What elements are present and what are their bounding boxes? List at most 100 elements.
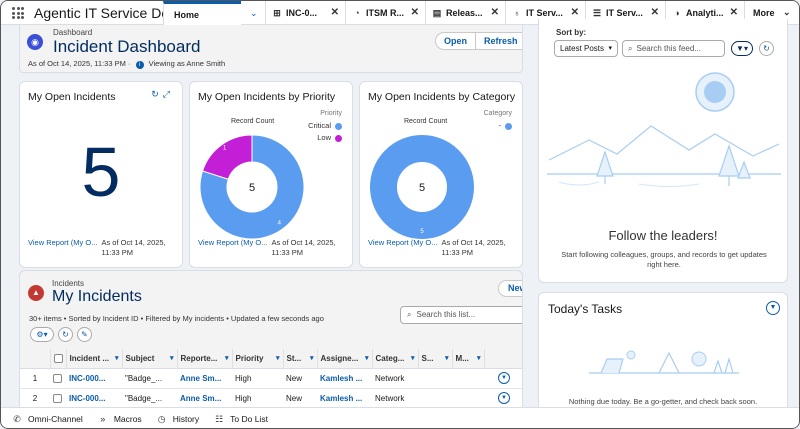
refresh-icon[interactable]: ↻ <box>151 89 163 99</box>
column-header[interactable]: M... ▾ <box>452 349 485 369</box>
reporter-link[interactable]: Anne Sm... <box>180 374 221 383</box>
column-header[interactable]: Subject ▾ <box>122 349 178 369</box>
row-actions[interactable]: ▼ <box>484 388 522 409</box>
empty-cell <box>452 388 484 409</box>
info-icon[interactable]: i <box>135 61 144 69</box>
incident-id-cell[interactable]: INC-000... <box>66 368 122 389</box>
reporter-link[interactable]: Anne Sm... <box>180 394 221 403</box>
checkbox[interactable] <box>53 393 62 403</box>
incident-id-cell[interactable]: INC-000... <box>66 388 122 409</box>
chevron-down-icon[interactable]: ▾ <box>115 354 119 362</box>
chevron-down-icon[interactable]: ▾ <box>477 354 481 362</box>
assignee-link[interactable]: Kamlesh ... <box>320 374 362 383</box>
row-select[interactable] <box>50 368 66 389</box>
sort-by-select[interactable]: Latest Posts ▾ <box>554 40 618 57</box>
column-header[interactable]: Categ... ▾ <box>372 349 419 369</box>
incident-link[interactable]: INC-000... <box>69 374 105 383</box>
edit-pencil-icon[interactable]: ✎ <box>77 327 92 342</box>
table-row[interactable]: 2 INC-000... "Badge_... Anne Sm... High … <box>20 388 522 409</box>
chevron-down-icon[interactable]: ▾ <box>225 354 229 362</box>
tab-label: ITSM R... <box>366 8 404 18</box>
column-label: M... <box>455 353 469 363</box>
column-label: Reporte... <box>180 353 218 363</box>
chevron-down-icon[interactable]: ▾ <box>310 354 314 362</box>
utility-omni-channel[interactable]: ✆ Omni-Channel <box>11 414 83 425</box>
home-chevron-down-icon[interactable]: ⌄ <box>250 8 258 19</box>
tab-release[interactable]: ▤ Releas... ✕ <box>425 1 505 25</box>
row-action-chevron-icon[interactable]: ▼ <box>498 392 510 404</box>
chevron-down-icon[interactable]: ▾ <box>445 354 449 362</box>
incident-link[interactable]: INC-000... <box>69 394 105 403</box>
todo-icon: ☷ <box>215 413 224 424</box>
sort-by-label: Sort by: <box>556 28 587 37</box>
utility-label: Omni-Channel <box>28 414 83 424</box>
donut-slice-low[interactable] <box>201 134 253 180</box>
tab-label: Analyti... <box>686 8 724 18</box>
close-icon[interactable]: ✕ <box>651 7 659 18</box>
close-icon[interactable]: ✕ <box>730 7 738 18</box>
refresh-button[interactable]: Refresh <box>476 32 522 50</box>
tab-home[interactable]: Home <box>163 1 241 25</box>
select-all-checkbox[interactable] <box>50 349 67 369</box>
column-header[interactable]: Incident ... ▾ <box>66 349 123 369</box>
close-icon[interactable]: ✕ <box>331 7 339 18</box>
column-header[interactable]: Priority ▾ <box>232 349 284 369</box>
actions-header <box>484 349 522 369</box>
column-header[interactable]: Assigne... ▾ <box>317 349 373 369</box>
utility-macros[interactable]: » Macros <box>97 414 142 424</box>
close-icon[interactable]: ✕ <box>491 7 499 18</box>
assignee-cell[interactable]: Kamlesh ... <box>317 388 372 409</box>
search-placeholder: Search this list... <box>416 310 476 319</box>
chevron-down-icon[interactable]: ▾ <box>365 354 369 362</box>
table-row[interactable]: 1 INC-000... "Badge_... Anne Sm... High … <box>20 368 522 389</box>
close-icon[interactable]: ✕ <box>571 7 579 18</box>
as-of-text: As of Oct 14, 2025, 11:33 PM · <box>28 59 131 68</box>
widget-as-of: As of Oct 14, 2025, 11:33 PM <box>271 238 336 257</box>
checkbox[interactable] <box>53 373 62 383</box>
reporter-cell[interactable]: Anne Sm... <box>177 388 232 409</box>
chevron-down-icon[interactable]: ▾ <box>411 354 415 362</box>
column-header[interactable]: Reporte... ▾ <box>177 349 233 369</box>
expand-icon[interactable]: ⤢ <box>163 89 174 99</box>
list-search-input[interactable]: ⌕ Search this list... <box>400 306 522 324</box>
assignee-link[interactable]: Kamlesh ... <box>320 394 362 403</box>
chevron-down-icon[interactable]: ▾ <box>276 354 280 362</box>
tasks-title: Today's Tasks <box>548 302 623 316</box>
close-icon[interactable]: ✕ <box>411 7 419 18</box>
column-header[interactable]: S... ▾ <box>418 349 453 369</box>
open-button[interactable]: Open <box>435 32 477 50</box>
list-settings-gear-icon[interactable]: ⚙▾ <box>30 327 54 342</box>
view-report-link[interactable]: View Report (My O... <box>368 238 437 258</box>
assignee-cell[interactable]: Kamlesh ... <box>317 368 372 389</box>
widget-by-priority: My Open Incidents by Priority Record Cou… <box>189 81 353 268</box>
row-select[interactable] <box>50 388 66 409</box>
feed-search-input[interactable]: ⌕ Search this feed... <box>622 40 725 57</box>
utility-todo-list[interactable]: ☷ To Do List <box>213 414 268 425</box>
empty-cell <box>418 368 452 389</box>
filter-icon[interactable]: ▼▾ <box>731 41 753 56</box>
macros-icon: » <box>100 414 106 424</box>
tasks-menu-chevron-icon[interactable]: ▼ <box>766 301 780 315</box>
row-actions[interactable]: ▼ <box>484 368 522 389</box>
incident-icon: ⊞ <box>273 7 281 18</box>
reporter-cell[interactable]: Anne Sm... <box>177 368 232 389</box>
checkbox[interactable] <box>53 353 63 363</box>
view-report-link[interactable]: View Report (My O... <box>28 238 97 258</box>
utility-label: History <box>172 414 200 424</box>
column-header[interactable]: St... ▾ <box>283 349 318 369</box>
refresh-icon[interactable]: ↻ <box>759 41 774 56</box>
utility-label: Macros <box>113 414 142 424</box>
tab-incident[interactable]: ⊞ INC-0... ✕ <box>265 1 345 25</box>
chevron-down-icon: ▾ <box>608 45 612 52</box>
new-button[interactable]: New <box>498 280 522 297</box>
list-meta: 30+ items • Sorted by Incident ID • Filt… <box>29 314 324 323</box>
app-launcher-icon[interactable] <box>12 7 24 19</box>
chevron-down-icon[interactable]: ▾ <box>170 354 174 362</box>
utility-label: To Do List <box>230 414 268 424</box>
incident-icon: ▲ <box>28 285 44 301</box>
tab-itsm-report[interactable]: ◔ ITSM R... ✕ <box>345 1 425 25</box>
row-action-chevron-icon[interactable]: ▼ <box>498 372 510 384</box>
utility-history[interactable]: ◷ History <box>156 414 199 425</box>
refresh-icon[interactable]: ↻ <box>58 327 73 342</box>
view-report-link[interactable]: View Report (My O... <box>198 238 267 258</box>
